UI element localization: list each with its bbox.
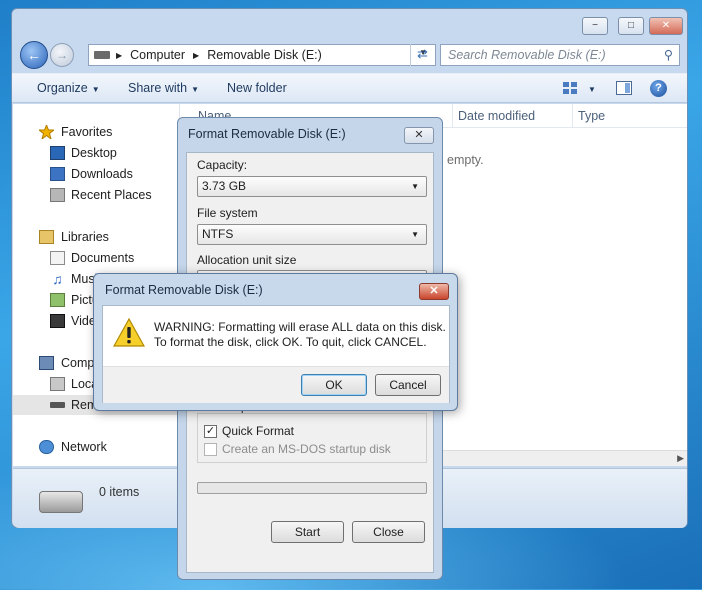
- preview-pane-icon[interactable]: [616, 81, 632, 95]
- explorer-titlebar: − □ ✕: [12, 9, 687, 43]
- msdos-startup-label: Create an MS-DOS startup disk: [222, 442, 391, 456]
- nav-favorites[interactable]: Favorites: [13, 122, 179, 142]
- libraries-icon: [39, 230, 54, 244]
- warning-dialog-title: Format Removable Disk (E:): [105, 283, 263, 297]
- warning-dialog-close-button[interactable]: ✕: [419, 283, 449, 300]
- format-options-group: ✓ Quick Format Create an MS-DOS startup …: [197, 413, 427, 463]
- refresh-icon: ⇄: [417, 46, 428, 61]
- documents-icon: [50, 251, 65, 265]
- chevron-down-icon: ▼: [411, 182, 419, 191]
- nav-libraries[interactable]: Libraries: [13, 227, 179, 247]
- cancel-button[interactable]: Cancel: [375, 374, 441, 396]
- minimize-button[interactable]: −: [582, 17, 608, 35]
- search-input[interactable]: Search Removable Disk (E:) ⚲: [440, 44, 680, 66]
- start-button[interactable]: Start: [271, 521, 344, 543]
- forward-arrow-icon: →: [56, 48, 68, 62]
- downloads-icon: [50, 167, 65, 181]
- nav-label: Downloads: [71, 167, 133, 181]
- warning-dialog-body: WARNING: Formatting will erase ALL data …: [102, 305, 450, 403]
- nav-downloads[interactable]: Downloads: [13, 164, 179, 184]
- navigation-bar: ← → ▶ Computer ▶ Removable Disk (E:) ▼ ⇄…: [12, 41, 687, 71]
- star-icon: [37, 123, 56, 141]
- chevron-down-icon: ▼: [588, 85, 596, 94]
- new-folder-button[interactable]: New folder: [227, 81, 287, 95]
- msdos-startup-checkbox[interactable]: [204, 443, 217, 456]
- breadcrumb-separator-icon[interactable]: ▶: [116, 51, 122, 60]
- item-count: 0 items: [99, 485, 140, 499]
- quick-format-checkbox[interactable]: ✓: [204, 425, 217, 438]
- maximize-button[interactable]: □: [618, 17, 644, 35]
- capacity-select[interactable]: 3.73 GB ▼: [197, 176, 427, 197]
- breadcrumb-computer[interactable]: Computer: [130, 48, 185, 62]
- warning-line-1: WARNING: Formatting will erase ALL data …: [154, 320, 446, 334]
- empty-folder-message: empty.: [447, 153, 484, 167]
- chevron-down-icon: ▼: [191, 85, 199, 94]
- videos-icon: [50, 314, 65, 328]
- nav-label: Favorites: [61, 125, 113, 139]
- breadcrumb-separator-icon[interactable]: ▶: [193, 51, 199, 60]
- warning-dialog-footer: OK Cancel: [103, 366, 449, 403]
- file-system-select[interactable]: NTFS ▼: [197, 224, 427, 245]
- scroll-right-icon[interactable]: ▶: [677, 453, 684, 464]
- format-progress-bar: [197, 482, 427, 494]
- refresh-button[interactable]: ⇄: [410, 44, 434, 66]
- nav-label: Network: [61, 440, 107, 454]
- capacity-value: 3.73 GB: [202, 179, 247, 193]
- drive-icon: [94, 51, 110, 59]
- back-arrow-icon: ←: [27, 47, 41, 63]
- computer-icon: [39, 356, 54, 370]
- network-icon: [39, 440, 54, 454]
- view-dropdown-icon[interactable]: ▼: [584, 81, 596, 95]
- quick-format-label: Quick Format: [222, 424, 295, 438]
- file-system-label: File system: [197, 206, 258, 220]
- chevron-down-icon: ▼: [411, 230, 419, 239]
- nav-desktop[interactable]: Desktop: [13, 143, 179, 163]
- help-icon[interactable]: ?: [650, 80, 667, 97]
- recent-places-icon: [50, 188, 65, 202]
- local-disk-icon: [50, 377, 65, 391]
- nav-network[interactable]: Network: [13, 437, 179, 457]
- warning-icon: [112, 317, 146, 351]
- format-dialog-close-button[interactable]: ✕: [404, 127, 434, 144]
- command-bar: Organize ▼ Share with ▼ New folder ▼ ?: [12, 73, 687, 103]
- format-dialog-title: Format Removable Disk (E:): [188, 127, 346, 141]
- column-divider[interactable]: [452, 104, 453, 128]
- address-bar[interactable]: ▶ Computer ▶ Removable Disk (E:) ▼: [88, 44, 436, 66]
- nav-label: Desktop: [71, 146, 117, 160]
- ok-button[interactable]: OK: [301, 374, 367, 396]
- warning-message: WARNING: Formatting will erase ALL data …: [154, 320, 446, 350]
- music-icon: ♫: [52, 271, 63, 287]
- close-button[interactable]: ✕: [649, 17, 683, 35]
- forward-button[interactable]: →: [50, 43, 74, 67]
- removable-disk-icon: [50, 402, 65, 408]
- nav-label: Recent Places: [71, 188, 152, 202]
- column-date-modified[interactable]: Date modified: [458, 109, 535, 123]
- pictures-icon: [50, 293, 65, 307]
- nav-label: Documents: [71, 251, 135, 265]
- allocation-unit-label: Allocation unit size: [197, 253, 297, 267]
- file-system-value: NTFS: [202, 227, 234, 241]
- capacity-label: Capacity:: [197, 158, 248, 172]
- change-view-icon[interactable]: [562, 81, 578, 95]
- breadcrumb-removable-disk[interactable]: Removable Disk (E:): [207, 48, 322, 62]
- column-type[interactable]: Type: [578, 109, 605, 123]
- removable-drive-icon: [39, 491, 83, 513]
- organize-menu[interactable]: Organize ▼: [37, 81, 100, 95]
- back-button[interactable]: ←: [20, 41, 48, 69]
- search-icon[interactable]: ⚲: [664, 45, 673, 65]
- organize-label: Organize: [37, 81, 88, 95]
- search-placeholder: Search Removable Disk (E:): [448, 48, 606, 62]
- warning-line-2: To format the disk, click OK. To quit, c…: [154, 335, 427, 349]
- nav-label: Comp: [61, 356, 95, 370]
- nav-label: Libraries: [61, 230, 109, 244]
- share-with-label: Share with: [128, 81, 188, 95]
- desktop-icon: [50, 146, 65, 160]
- close-button[interactable]: Close: [352, 521, 425, 543]
- nav-recent-places[interactable]: Recent Places: [13, 185, 179, 205]
- share-with-menu[interactable]: Share with ▼: [128, 81, 199, 95]
- column-divider[interactable]: [572, 104, 573, 128]
- format-warning-dialog: Format Removable Disk (E:) ✕ WARNING: Fo…: [93, 273, 458, 411]
- chevron-down-icon: ▼: [91, 85, 100, 94]
- nav-documents[interactable]: Documents: [13, 248, 179, 268]
